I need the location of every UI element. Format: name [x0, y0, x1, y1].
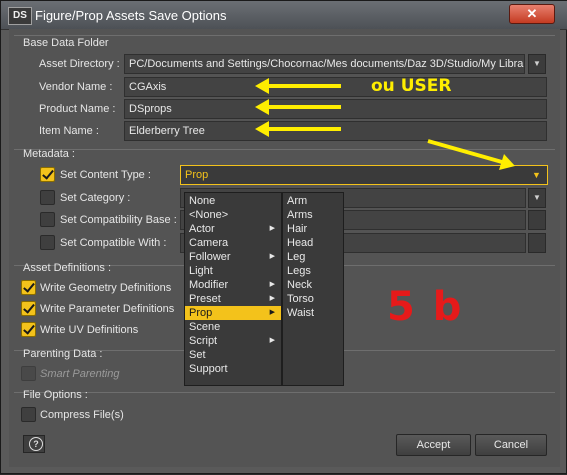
arrow-vendor — [255, 78, 341, 94]
arrow-item — [255, 121, 341, 137]
dialog-window: DS Figure/Prop Assets Save Options ✕ Bas… — [0, 0, 567, 474]
annotation-user-note: ou USER — [371, 76, 452, 96]
arrow-content-type — [427, 139, 515, 170]
annotation-step-label: 5 b — [387, 284, 464, 330]
arrow-product — [255, 99, 341, 115]
annotation-overlay — [255, 78, 515, 170]
